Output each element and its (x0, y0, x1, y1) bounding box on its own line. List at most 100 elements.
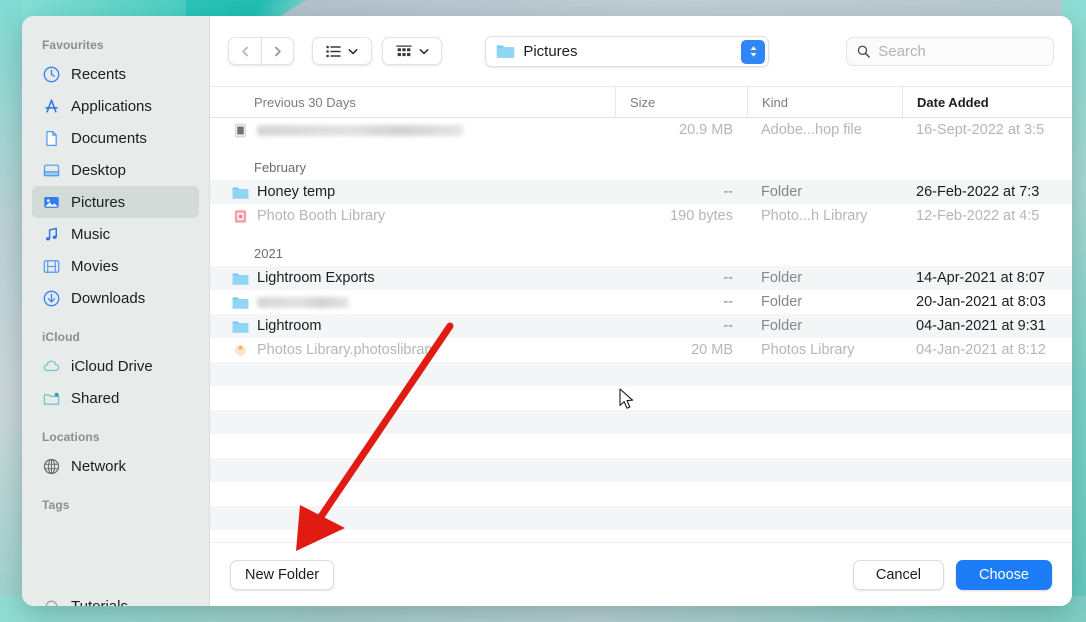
music-note-icon (45, 227, 57, 240)
forward-button[interactable] (261, 37, 294, 65)
dialog-button-bar: New Folder Cancel Choose (210, 542, 1072, 606)
photos-library-icon (235, 344, 246, 356)
sidebar-item-recents[interactable]: Recents (32, 58, 199, 90)
file-row-name: Lightroom Exports (257, 270, 375, 286)
column-header-name[interactable]: Previous 30 Days (210, 87, 615, 117)
sidebar-item-label: Desktop (71, 161, 127, 179)
chevron-right-icon (275, 46, 281, 56)
file-row-name-cell: Lightroom Exports (210, 266, 615, 290)
applications-icon (45, 98, 58, 113)
pictures-icon (44, 196, 59, 208)
file-row-size: -- (723, 318, 733, 334)
cloud-icon (43, 360, 60, 371)
sidebar-item-pictures[interactable]: Pictures (32, 186, 199, 218)
cancel-button[interactable]: Cancel (852, 559, 945, 590)
sidebar-section-icloud-title: iCloud (42, 330, 80, 344)
sidebar-item-applications[interactable]: Applications (32, 90, 199, 122)
sidebar-section-tags-title: Tags (42, 498, 70, 512)
file-row-size: -- (723, 270, 733, 286)
file-list-empty-row (210, 458, 1072, 482)
file-row-size: 190 bytes (670, 208, 733, 224)
sidebar-item-icloud-drive[interactable]: iCloud Drive (32, 350, 199, 382)
sidebar-item-label: Documents (71, 129, 147, 147)
folder-icon (497, 45, 515, 58)
photoshop-file-icon (235, 123, 246, 137)
clock-icon (43, 66, 60, 82)
sidebar-item-label: Pictures (71, 193, 126, 211)
path-popup-button[interactable]: Pictures (485, 35, 770, 67)
column-header-row: Previous 30 Days Size Kind Date Added (210, 86, 1072, 118)
chevron-down-icon (348, 48, 358, 54)
sidebar-section-favourites-title: Favourites (42, 38, 104, 52)
toolbar: Pictures (210, 16, 1072, 86)
file-list-empty-row (210, 410, 1072, 434)
file-row-kind: Photo...h Library (761, 208, 868, 224)
sidebar-item-downloads[interactable]: Downloads (32, 282, 199, 314)
file-row-name: Honey temp (257, 184, 336, 200)
file-list-empty-row (210, 362, 1072, 386)
file-row-date: 20-Jan-2021 at 8:03 (916, 294, 1046, 310)
file-row-date: 14-Apr-2021 at 8:07 (916, 270, 1045, 286)
backdrop-left-strip (0, 0, 22, 622)
sidebar-item-label: Downloads (71, 289, 146, 307)
file-group-label: 2021 (254, 246, 283, 261)
sidebar-item-label: iCloud Drive (71, 357, 153, 375)
main-pane: Pictures Previous 30 Days Size (210, 16, 1072, 606)
file-list[interactable]: 20.9 MB Adobe...hop file 16-Sept-2022 at 3… (210, 118, 1072, 542)
folder-icon (232, 296, 249, 309)
file-row-name-cell: Photo Booth Library (210, 204, 615, 228)
sidebar-item-label: Network (71, 457, 127, 475)
file-group-label: February (254, 160, 307, 175)
file-row-date: 16-Sept-2022 at 3:5 (916, 122, 1045, 138)
file-row-kind: Folder (761, 318, 803, 334)
stepper-updown-icon[interactable] (741, 39, 766, 64)
column-header-size[interactable]: Size (615, 87, 747, 117)
file-row-kind: Folder (761, 270, 803, 286)
file-row[interactable]: Lightroom Exports -- Folder 14-Apr-2021 at … (210, 266, 1072, 290)
folder-icon (232, 186, 249, 199)
search-field[interactable] (845, 36, 1054, 66)
sidebar-item-documents[interactable]: Documents (32, 122, 199, 154)
file-list-empty-row (210, 530, 1072, 542)
new-folder-button[interactable]: New Folder (230, 559, 335, 590)
sidebar-item-desktop[interactable]: Desktop (32, 154, 199, 186)
file-row[interactable]: Honey temp -- Folder 26-Feb-2022 at 7:3 (210, 180, 1072, 204)
sidebar-item-tutorials[interactable]: Tutorials (32, 590, 199, 606)
file-row-date: 26-Feb-2022 at 7:3 (916, 184, 1040, 200)
shared-folder-icon (43, 392, 60, 405)
folder-icon (232, 320, 249, 333)
photobooth-icon (234, 209, 247, 223)
file-row-kind: Adobe...hop file (761, 122, 862, 138)
column-header-kind[interactable]: Kind (747, 87, 902, 117)
sidebar-item-movies[interactable]: Movies (32, 250, 199, 282)
file-row-size: 20.9 MB (679, 122, 733, 138)
file-row-name-cell (210, 290, 615, 314)
chevron-down-icon (419, 48, 428, 54)
file-row-size: 20 MB (691, 342, 733, 358)
film-icon (43, 259, 60, 273)
choose-button[interactable]: Choose (956, 559, 1052, 590)
file-row[interactable]: Lightroom -- Folder 04-Jan-2021 at 9:31 (210, 314, 1072, 338)
tag-dot-icon (45, 600, 58, 606)
file-row[interactable]: 20.9 MB Adobe...hop file 16-Sept-2022 at 3… (210, 118, 1072, 142)
search-input[interactable] (878, 42, 1043, 60)
file-row[interactable]: Photos Library.photoslibrary 20 MB Photos … (210, 338, 1072, 362)
column-header-date-added[interactable]: Date Added (902, 87, 1072, 117)
sidebar-item-label: Shared (71, 389, 120, 407)
file-group-header: 2021 (210, 228, 1072, 266)
file-row[interactable]: -- Folder 20-Jan-2021 at 8:03 (210, 290, 1072, 314)
sidebar-item-label: Tutorials (71, 597, 128, 607)
file-row-kind: Photos Library (761, 342, 855, 358)
file-row-date: 04-Jan-2021 at 8:12 (916, 342, 1046, 358)
file-list-empty-row (210, 506, 1072, 530)
folder-icon (232, 272, 249, 285)
sidebar-item-network[interactable]: Network (32, 450, 199, 482)
globe-icon (43, 458, 60, 474)
grid-view-button[interactable] (382, 37, 442, 65)
file-row[interactable]: Photo Booth Library 190 bytes Photo...h Li… (210, 204, 1072, 228)
sidebar-item-music[interactable]: Music (32, 218, 199, 250)
sidebar-item-shared[interactable]: Shared (32, 382, 199, 414)
file-row-size: -- (723, 294, 733, 310)
list-view-button[interactable] (312, 37, 372, 65)
back-button[interactable] (228, 37, 261, 65)
